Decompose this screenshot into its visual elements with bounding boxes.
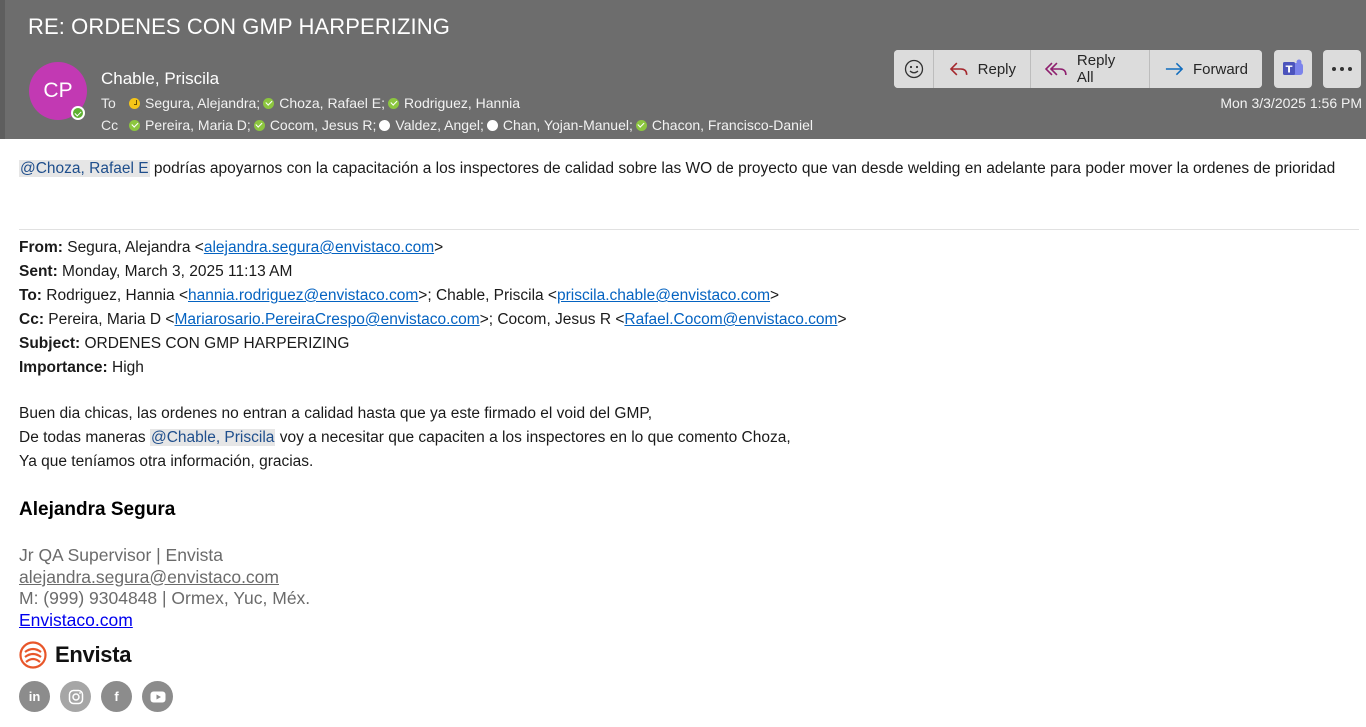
presence-offline-icon [379, 119, 391, 131]
teams-button[interactable]: T [1274, 50, 1312, 88]
quoted-to: To: Rodriguez, Hannia <hannia.rodriguez@… [19, 287, 780, 304]
emoji-icon [904, 59, 923, 79]
recipient-name: Segura, Alejandra; [145, 95, 261, 111]
reply-all-button[interactable]: Reply All [1031, 50, 1150, 88]
quoted-line-2: De todas maneras @Chable, Priscila voy a… [19, 429, 791, 446]
linkedin-icon[interactable]: in [19, 681, 50, 712]
presence-offline-icon [486, 119, 498, 131]
more-options-button[interactable] [1323, 50, 1361, 88]
to-recipient[interactable]: Segura, Alejandra; [129, 95, 260, 111]
to-email-link-1[interactable]: hannia.rodriguez@envistaco.com [188, 287, 418, 304]
quoted-importance: Importance: High [19, 359, 144, 376]
quoted-message: Buen dia chicas, las ordenes no entran a… [19, 402, 791, 474]
quoted-line-1: Buen dia chicas, las ordenes no entran a… [19, 405, 653, 422]
recipient-name: Choza, Rafael E; [279, 95, 386, 111]
recipient-name: Pereira, Maria D; [145, 117, 251, 133]
from-email-link[interactable]: alejandra.segura@envistaco.com [204, 239, 434, 256]
cc-recipient[interactable]: Chacon, Francisco-Daniel [635, 117, 813, 133]
reply-all-icon [1045, 62, 1067, 76]
reply-text: podrías apoyarnos con la capacitación a … [149, 160, 1336, 177]
envista-wordmark: Envista [55, 642, 132, 667]
cc-recipient[interactable]: Cocom, Jesus R; [253, 117, 377, 133]
react-button[interactable] [894, 50, 934, 88]
instagram-icon[interactable] [60, 681, 91, 712]
cc-row: Cc Pereira, Maria D; Cocom, Jesus R; Valde… [101, 117, 816, 133]
envista-mark-icon [19, 641, 47, 669]
quoted-line-3: Ya que teníamos otra información, gracia… [19, 453, 314, 470]
forward-icon [1165, 62, 1184, 76]
more-icon [1332, 67, 1352, 71]
to-recipient[interactable]: Choza, Rafael E; [263, 95, 385, 111]
svg-text:T: T [1286, 65, 1293, 76]
reply-all-label: Reply All [1076, 52, 1116, 86]
forward-label: Forward [1192, 60, 1248, 78]
reply-label: Reply [977, 60, 1016, 78]
social-links: in f [19, 681, 183, 712]
received-date: Mon 3/3/2025 1:56 PM [1220, 95, 1362, 111]
signature-email-link[interactable]: alejandra.segura@envistaco.com [19, 567, 310, 589]
presence-available-icon [71, 106, 85, 120]
to-row: To Segura, Alejandra; Choza, Rafael E; Rod… [101, 95, 523, 111]
reply-paragraph: @Choza, Rafael E podrías apoyarnos con l… [19, 157, 1359, 181]
cc-recipient[interactable]: Chan, Yojan-Manuel; [486, 117, 633, 133]
mention-choza[interactable]: @Choza, Rafael E [19, 160, 150, 177]
signature-name: Alejandra Segura [19, 499, 176, 520]
recipient-name: Chan, Yojan-Manuel; [502, 117, 633, 133]
quoted-sent: Sent: Monday, March 3, 2025 11:13 AM [19, 263, 293, 280]
presence-available-icon [263, 97, 275, 109]
email-subject: RE: ORDENES CON GMP HARPERIZING [28, 14, 450, 39]
message-actions: Reply Reply All Forward [894, 50, 1262, 88]
facebook-icon[interactable]: f [101, 681, 132, 712]
signature-website-link[interactable]: Envistaco.com [19, 610, 310, 632]
mention-chable[interactable]: @Chable, Priscila [149, 429, 276, 446]
to-email-link-2[interactable]: priscila.chable@envistaco.com [557, 287, 770, 304]
signature-phone: M: (999) 9304848 | Ormex, Yuc, Méx. [19, 588, 311, 608]
cc-recipient[interactable]: Valdez, Angel; [379, 117, 484, 133]
to-label: To [101, 95, 116, 111]
reply-icon [949, 62, 968, 76]
recipient-name: Valdez, Angel; [395, 117, 484, 133]
quoted-subject: Subject: ORDENES CON GMP HARPERIZING [19, 335, 350, 352]
to-recipient[interactable]: Rodriguez, Hannia [388, 95, 520, 111]
forward-button[interactable]: Forward [1150, 50, 1262, 88]
presence-available-icon [253, 119, 265, 131]
envista-logo: Envista [19, 641, 131, 669]
signature-title: Jr QA Supervisor | Envista [19, 545, 223, 565]
signature-block: Jr QA Supervisor | Envista alejandra.seg… [19, 545, 310, 631]
recipient-name: Cocom, Jesus R; [269, 117, 377, 133]
quoted-headers: From: Segura, Alejandra <alejandra.segur… [19, 236, 847, 380]
cc-recipient[interactable]: Pereira, Maria D; [129, 117, 251, 133]
sender-name[interactable]: Chable, Priscila [101, 69, 219, 89]
teams-icon: T [1283, 59, 1303, 76]
cc-email-link-2[interactable]: Rafael.Cocom@envistaco.com [624, 311, 837, 328]
presence-away-icon [129, 97, 140, 109]
recipient-name: Chacon, Francisco-Daniel [651, 117, 813, 133]
youtube-icon[interactable] [142, 681, 173, 712]
cc-label: Cc [101, 117, 119, 133]
presence-available-icon [129, 119, 140, 131]
message-header: RE: ORDENES CON GMP HARPERIZING CP Chabl… [0, 0, 1366, 139]
reply-button[interactable]: Reply [934, 50, 1031, 88]
cc-email-link-1[interactable]: Mariarosario.PereiraCrespo@envistaco.com [175, 311, 480, 328]
header-strip [0, 0, 5, 139]
quoted-from: From: Segura, Alejandra <alejandra.segur… [19, 239, 444, 256]
recipient-name: Rodriguez, Hannia [404, 95, 521, 111]
presence-available-icon [388, 97, 400, 109]
quote-separator [19, 229, 1359, 230]
quoted-cc: Cc: Pereira, Maria D <Mariarosario.Perei… [19, 311, 847, 328]
presence-available-icon [635, 119, 647, 131]
